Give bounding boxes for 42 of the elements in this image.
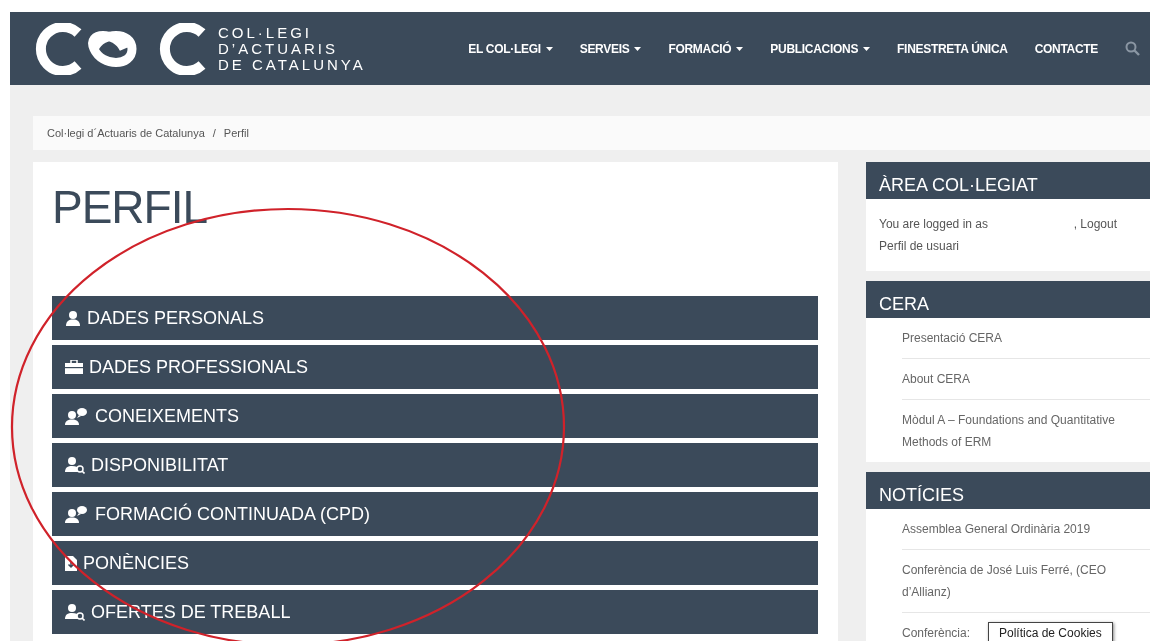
- profile-section-button[interactable]: PONÈNCIES: [52, 541, 818, 585]
- user-chat-icon: [65, 407, 89, 425]
- caret-icon: [545, 46, 553, 51]
- user-search-icon: [65, 456, 85, 474]
- briefcase-icon: [65, 360, 83, 374]
- page-title: PERFIL: [52, 180, 209, 234]
- widget-title: CERA: [866, 281, 1150, 318]
- user-chat-icon: [65, 505, 89, 523]
- logout-link[interactable]: , Logout: [1073, 213, 1117, 235]
- caret-icon: [736, 46, 744, 51]
- user-search-icon: [65, 603, 85, 621]
- user-icon: [65, 310, 81, 326]
- nav-link[interactable]: FORMACIÓ: [668, 41, 744, 56]
- logo-text: DE CATALUNYA: [218, 56, 366, 73]
- nav-link[interactable]: PUBLICACIONS: [770, 41, 871, 56]
- nav-link[interactable]: SERVEIS: [579, 41, 642, 56]
- breadcrumb-link[interactable]: Col·legi d´Actuaris de Catalunya: [47, 127, 205, 139]
- logo-text: COL·LEGI: [218, 24, 314, 41]
- sidebar-link[interactable]: Assemblea General Ordinària 2019: [902, 518, 1136, 540]
- widget-title: ÀREA COL·LEGIAT: [866, 162, 1150, 199]
- sidebar-link[interactable]: Presentació CERA: [902, 327, 1136, 349]
- profile-section-button[interactable]: CONEIXEMENTS: [52, 394, 818, 438]
- nav-link[interactable]: EL COL·LEGI: [468, 41, 553, 56]
- breadcrumb-separator: /: [212, 127, 216, 139]
- nav-link[interactable]: CONTACTE: [1034, 41, 1098, 56]
- sidebar-link[interactable]: Conferència de José Luis Ferré, (CEO d’Allianz): [902, 559, 1136, 603]
- profile-section-button[interactable]: DADES PROFESSIONALS: [52, 345, 818, 389]
- caret-icon: [634, 46, 642, 51]
- profile-section-button[interactable]: DADES PERSONALS: [52, 296, 818, 340]
- caret-icon: [863, 46, 871, 51]
- profile-section-button[interactable]: DISPONIBILITAT: [52, 443, 818, 487]
- profile-link[interactable]: Perfil de usuari: [879, 235, 1137, 257]
- profile-section-button[interactable]: FORMACIÓ CONTINUADA (CPD): [52, 492, 818, 536]
- logo-text: D’ACTUARIS: [218, 40, 339, 57]
- sidebar-link[interactable]: Mòdul A – Foundations and Quantitative Methods of ERM: [902, 409, 1136, 453]
- cookie-popup[interactable]: Política de Cookies: [988, 622, 1113, 641]
- widget-title: NOTÍCIES: [866, 472, 1150, 509]
- breadcrumb-current: Perfil: [223, 127, 249, 139]
- login-status-text: You are logged in as: [879, 216, 988, 233]
- nav-link[interactable]: FINESTRETA ÚNICA: [897, 41, 1008, 56]
- sidebar-link[interactable]: About CERA: [902, 368, 1136, 390]
- search-icon[interactable]: [1125, 41, 1140, 56]
